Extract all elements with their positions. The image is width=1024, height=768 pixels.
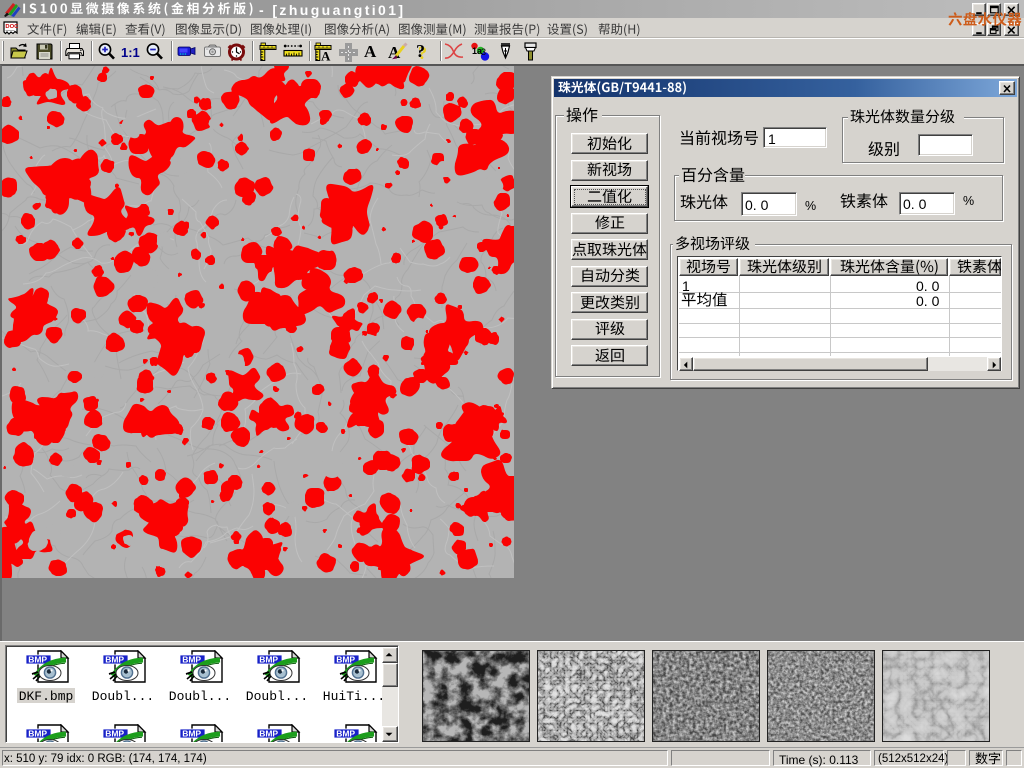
svg-text:BMP: BMP bbox=[105, 655, 124, 665]
svg-text:BMP: BMP bbox=[105, 729, 124, 739]
svg-text:BMP: BMP bbox=[336, 729, 355, 739]
svg-text:3: 3 bbox=[481, 47, 486, 57]
svg-text:BMP: BMP bbox=[182, 655, 201, 665]
svg-text:BMP: BMP bbox=[28, 729, 47, 739]
svg-text:BMP: BMP bbox=[259, 729, 278, 739]
svg-text:DOC: DOC bbox=[5, 24, 19, 30]
svg-text:BMP: BMP bbox=[336, 655, 355, 665]
svg-text:BMP: BMP bbox=[259, 655, 278, 665]
svg-text:A: A bbox=[321, 49, 331, 64]
svg-text:BMP: BMP bbox=[28, 655, 47, 665]
svg-text:BMP: BMP bbox=[182, 729, 201, 739]
